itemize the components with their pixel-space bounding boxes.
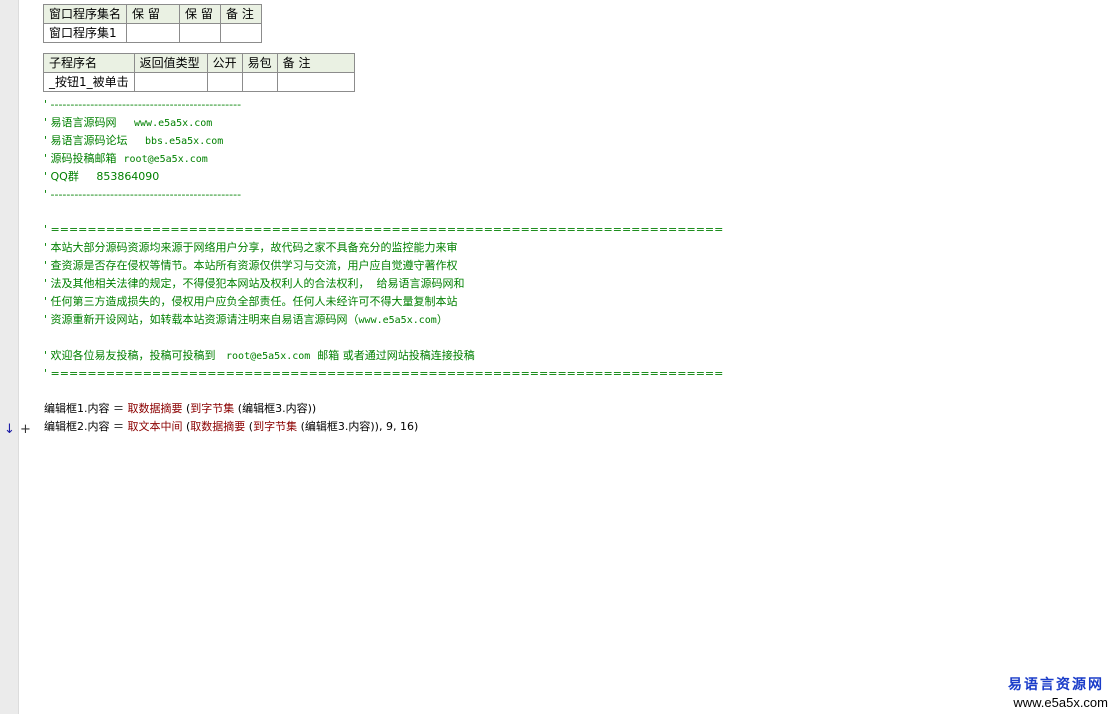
reserved-cell-2[interactable] [179, 23, 222, 43]
comment-text: www.e5a5x.com [134, 117, 213, 129]
remark-header: 备 注 [220, 4, 263, 24]
editor-gutter [0, 0, 19, 714]
comment-text: root@e5a5x.com [123, 153, 208, 165]
comment-text: ' 欢迎各位易友投稿，投稿可投稿到 [44, 348, 227, 362]
code-line[interactable]: ' --------------------------------------… [44, 96, 241, 114]
assembly-name-cell[interactable]: 窗口程序集1 [42, 23, 128, 43]
subroutine-name-cell[interactable]: _按钮1_被单击 [43, 72, 135, 92]
watermark-url: www.e5a5x.com [1013, 695, 1108, 710]
code-line[interactable]: ' QQ群 853864090 [44, 168, 159, 186]
comment-text: ' ======================================… [44, 223, 724, 237]
comment-text: ' QQ群 853864090 [44, 169, 160, 183]
code-text: 编辑框2.内容 ＝ [44, 420, 128, 434]
table-header-row: 窗口程序集名 保 留 保 留 备 注 [42, 4, 263, 24]
function-token: 取文本中间 [127, 420, 183, 434]
code-line[interactable]: ' 源码投稿邮箱 root@e5a5x.com [44, 150, 208, 168]
comment-text: ' 易语言源码网 [44, 115, 135, 129]
code-line[interactable]: ' ======================================… [44, 365, 723, 383]
watermark-title: 易语言资源网 [1008, 677, 1104, 693]
assembly-declaration-table[interactable]: 窗口程序集名 保 留 保 留 备 注 窗口程序集1 [42, 4, 263, 43]
code-text: (编辑框3.内容)) [234, 402, 317, 416]
comment-text: bbs.e5a5x.com [145, 135, 224, 147]
expand-plus-icon[interactable]: + [20, 421, 31, 439]
comment-text: root@e5a5x.com [226, 350, 311, 362]
code-line[interactable]: ' ======================================… [44, 221, 723, 239]
code-line[interactable]: ' 查资源是否存在侵权等情节。本站所有资源仅供学习与交流，用户应自觉遵守著作权 [44, 257, 458, 275]
code-text: (编辑框3.内容)), 9, 16) [297, 420, 419, 434]
public-cell[interactable] [206, 72, 243, 92]
return-type-cell[interactable] [133, 72, 208, 92]
remark-cell[interactable] [276, 72, 355, 92]
code-line[interactable]: ' 本站大部分源码资源均来源于网络用户分享，故代码之家不具备充分的监控能力来审 [44, 239, 458, 257]
table-row[interactable]: _按钮1_被单击 [43, 72, 355, 92]
function-token: 取数据摘要 [190, 420, 246, 434]
table-row[interactable]: 窗口程序集1 [42, 23, 263, 43]
comment-text: ' 法及其他相关法律的规定，不得侵犯本网站及权利人的合法权利， 给易语言源码网和 [44, 277, 465, 290]
subroutine-declaration-table[interactable]: 子程序名 返回值类型 公开 易包 备 注 _按钮1_被单击 [43, 53, 355, 92]
function-token: 取数据摘要 [127, 402, 183, 416]
comment-text: ' 源码投稿邮箱 [44, 151, 124, 165]
comment-text: ' --------------------------------------… [44, 98, 242, 111]
comment-text: ） [436, 312, 448, 326]
code-text: ( [245, 420, 254, 434]
code-line[interactable]: ' 资源重新开设网站，如转载本站资源请注明来自易语言源码网（www.e5a5x.… [44, 311, 448, 329]
subroutine-name-header: 子程序名 [43, 53, 135, 73]
comment-text: ' --------------------------------------… [44, 187, 242, 201]
reserved-header-2: 保 留 [179, 4, 222, 24]
function-token: 到字节集 [190, 402, 235, 416]
code-line[interactable]: ' 法及其他相关法律的规定，不得侵犯本网站及权利人的合法权利， 给易语言源码网和 [44, 275, 465, 293]
easy-package-header: 易包 [241, 53, 278, 73]
comment-text: ' 查资源是否存在侵权等情节。本站所有资源仅供学习与交流，用户应自觉遵守著作权 [44, 259, 458, 273]
code-line[interactable]: ' 易语言源码论坛 bbs.e5a5x.com [44, 132, 223, 150]
table-header-row: 子程序名 返回值类型 公开 易包 备 注 [43, 53, 355, 73]
comment-text: ' 任何第三方造成损失的，侵权用户应负全部责任。任何人未经许可不得大量复制本站 [44, 294, 458, 308]
comment-text: ' 本站大部分源码资源均来源于网络用户分享，故代码之家不具备充分的监控能力来审 [44, 241, 458, 255]
code-line[interactable]: 编辑框2.内容 ＝ 取文本中间 (取数据摘要 (到字节集 (编辑框3.内容)),… [44, 418, 418, 436]
code-line[interactable]: ' --------------------------------------… [44, 186, 241, 204]
code-line[interactable]: 编辑框1.内容 ＝ 取数据摘要 (到字节集 (编辑框3.内容)) [44, 400, 316, 418]
assembly-name-header: 窗口程序集名 [42, 4, 128, 24]
code-line[interactable]: ' 欢迎各位易友投稿，投稿可投稿到 root@e5a5x.com 邮箱 或者通过… [44, 347, 475, 365]
comment-text: ' 资源重新开设网站，如转载本站资源请注明来自易语言源码网（ [44, 312, 359, 326]
comment-text: www.e5a5x.com [358, 314, 437, 326]
reserved-cell-1[interactable] [126, 23, 181, 43]
remark-header: 备 注 [276, 53, 355, 73]
remark-cell[interactable] [220, 23, 263, 43]
function-token: 到字节集 [253, 420, 298, 434]
breakpoint-arrow-icon[interactable]: ↓ [4, 421, 15, 439]
easy-package-cell[interactable] [241, 72, 278, 92]
code-line[interactable]: ' 易语言源码网 www.e5a5x.com [44, 114, 212, 132]
comment-text: ' ======================================… [44, 366, 724, 380]
return-type-header: 返回值类型 [133, 53, 208, 73]
code-text: 编辑框1.内容 ＝ [44, 402, 128, 416]
code-line[interactable]: ' 任何第三方造成损失的，侵权用户应负全部责任。任何人未经许可不得大量复制本站 [44, 293, 458, 311]
public-header: 公开 [206, 53, 243, 73]
comment-text: ' 易语言源码论坛 [44, 133, 146, 147]
comment-text: 邮箱 或者通过网站投稿连接投稿 [310, 348, 475, 362]
reserved-header-1: 保 留 [126, 4, 181, 24]
